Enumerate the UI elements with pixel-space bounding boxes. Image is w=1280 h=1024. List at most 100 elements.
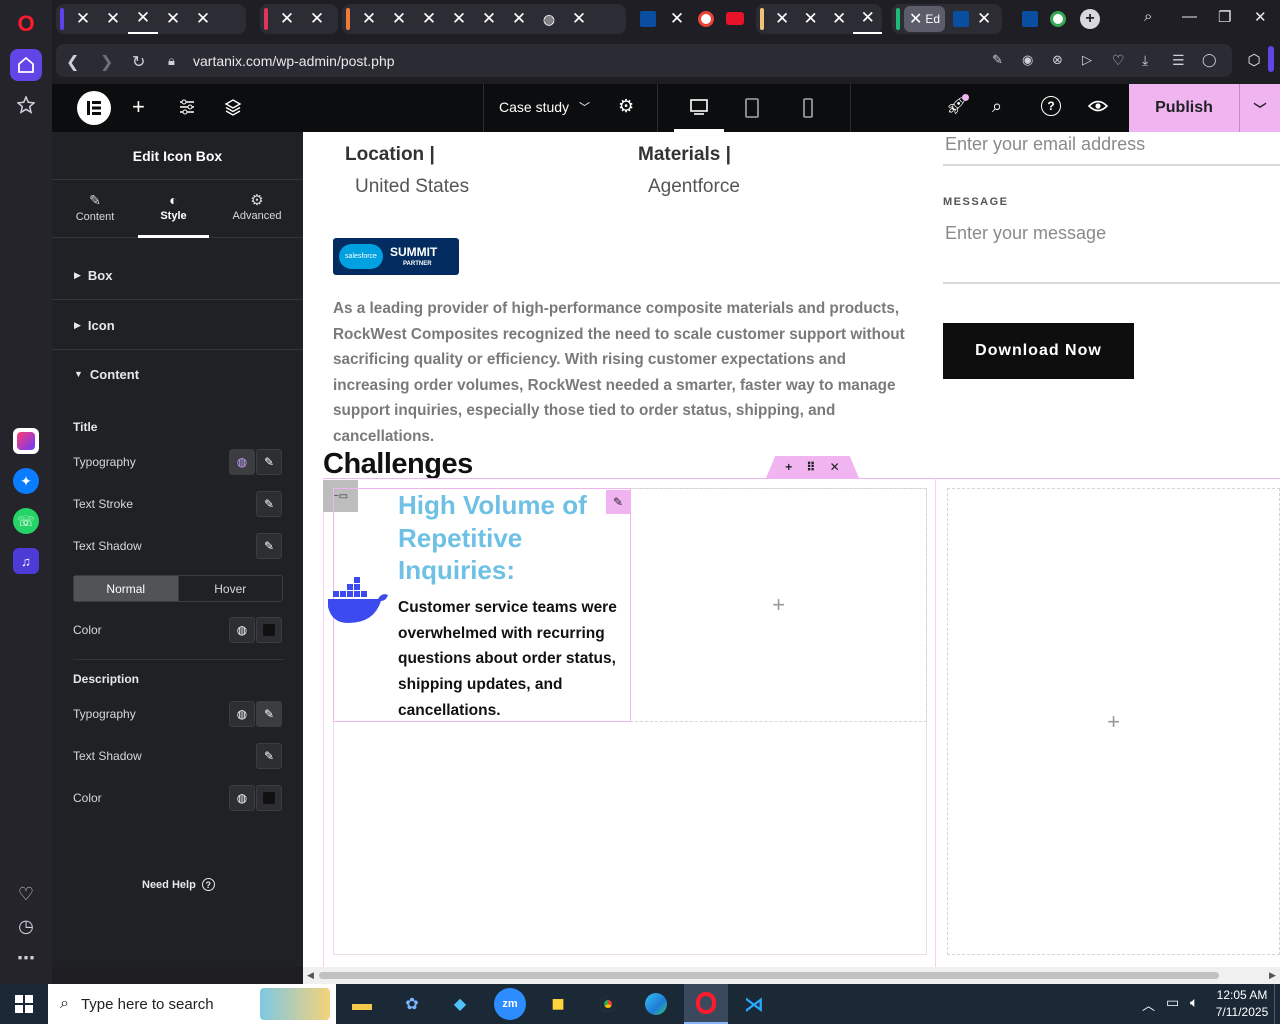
volume-icon[interactable]: 🔈︎ [1190,994,1198,1011]
tab-icon[interactable]: ✕ [354,4,384,34]
close-window-icon[interactable]: ✕ [1254,8,1267,26]
tab-icon[interactable]: ✕ [188,4,218,34]
tab-icon[interactable]: ✕ [272,4,302,34]
pinboards-icon[interactable] [10,89,42,121]
section-box[interactable]: ▶ Box [52,252,303,300]
reload-icon[interactable]: ↻ [132,52,145,72]
tab-icon[interactable]: ✕ [768,4,797,34]
tab-icon[interactable]: ✕ [68,4,98,34]
zoom-icon[interactable]: zm [494,988,526,1020]
scroll-left-icon[interactable]: ◀ [307,970,314,981]
drag-handle-icon[interactable]: ⠿ [806,460,815,474]
structure-icon[interactable] [224,98,242,121]
help-icon[interactable]: ? [1041,96,1061,116]
url-text[interactable]: vartanix.com/wp-admin/post.php [193,53,395,69]
favorite-icon[interactable]: ♡ [1112,52,1125,69]
edit-text-stroke-icon[interactable]: ✎ [256,491,282,517]
edge-icon[interactable] [640,988,672,1020]
publish-button[interactable]: Publish [1129,84,1239,132]
youtube-tab-icon[interactable] [726,12,744,25]
tab-content[interactable]: ✎ Content [64,180,126,238]
network-icon[interactable]: ▭ [1166,994,1179,1011]
tab-icon[interactable]: ✕ [128,4,158,34]
tab-icon[interactable]: ✕ [504,4,534,34]
whatsapp-icon[interactable]: ☏ [13,508,39,534]
outlook-tab-icon[interactable] [640,11,656,27]
email-field[interactable]: Enter your email address [943,132,1280,166]
site-settings-icon[interactable] [178,98,196,121]
section-content[interactable]: ▼ Content [52,350,303,398]
edit-widget-icon[interactable]: ✎ [606,490,630,514]
opera-logo-icon[interactable]: O [10,8,42,40]
opera-taskbar-icon[interactable] [684,984,728,1024]
message-field[interactable]: Enter your message [943,218,1280,284]
tablet-view-icon[interactable] [744,98,760,123]
icon-box-widget[interactable]: High Volume of Repetitive Inquiries: Cus… [328,488,631,722]
need-help-link[interactable]: Need Help ? [142,878,215,891]
page-settings-gear-icon[interactable]: ⚙ [618,96,634,117]
tab-icon[interactable]: ✕ [444,4,474,34]
horizontal-scrollbar[interactable]: ◀ ▶ [303,967,1280,984]
tab-icon[interactable]: ✕ [853,4,882,34]
global-icon[interactable]: ◍ [229,449,255,475]
tab-advanced[interactable]: ⚙ Advanced [222,180,292,238]
sticky-notes-icon[interactable]: ■ [542,988,574,1020]
search-tabs-icon[interactable]: ⌕ [1144,8,1152,25]
add-section-icon[interactable]: + [785,460,792,474]
address-bar[interactable]: ❮ ❯ ↻ 🔒︎ vartanix.com/wp-admin/post.php … [56,44,1232,77]
globe-tab-icon[interactable]: ◍ [534,4,564,34]
tab-icon[interactable]: ✕ [414,4,444,34]
tab-icon[interactable]: ✕ [384,4,414,34]
publish-options-chevron-icon[interactable]: ﹀ [1239,84,1280,132]
desktop-view-icon[interactable] [674,84,724,132]
section-handle[interactable]: + ⠿ ✕ [766,456,859,478]
empty-column-add-icon[interactable]: + [630,488,927,722]
color-swatch[interactable] [256,785,282,811]
camera-icon[interactable]: ◉ [1022,52,1033,68]
show-desktop[interactable] [1274,984,1280,1024]
empty-column-add-icon[interactable]: + [947,488,1280,955]
outlook-tab-icon[interactable] [953,11,970,27]
color-swatch[interactable] [256,617,282,643]
download-now-button[interactable]: Download Now [943,323,1134,379]
extensions-icon[interactable]: ⬡ [1240,46,1268,74]
profile-icon[interactable]: ◯ [1202,52,1217,68]
heart-icon[interactable]: ♡ [10,878,42,910]
template-selector[interactable]: Case study ﹀ [499,99,590,115]
active-tab[interactable]: ✕ Ed [904,6,946,32]
taskbar-search[interactable]: ⌕ Type here to search [48,984,336,1024]
more-icon[interactable]: ⋯ [10,942,42,974]
edit-text-shadow-icon[interactable]: ✎ [256,533,282,559]
add-element-icon[interactable]: + [132,94,145,120]
music-player-icon[interactable]: ♫ [13,548,39,574]
vscode-icon[interactable]: ⋊ [738,988,770,1020]
tab-icon[interactable]: ✕ [796,4,825,34]
scroll-thumb[interactable] [319,972,1219,979]
aria-icon[interactable] [13,428,39,454]
app-icon[interactable]: ◆ [444,988,476,1020]
scroll-right-icon[interactable]: ▶ [1269,970,1276,981]
new-tab-icon[interactable]: + [1080,9,1100,29]
elementor-logo-icon[interactable] [77,91,111,125]
section-icon[interactable]: ▶ Icon [52,302,303,350]
file-explorer-icon[interactable]: ▬ [346,988,378,1020]
flow-icon[interactable]: ▷ [1082,52,1092,68]
global-color-icon[interactable]: ◍ [229,785,255,811]
download-icon[interactable]: ⤓ [1142,52,1148,69]
mobile-view-icon[interactable] [802,98,814,123]
outlook-tab-icon[interactable] [1022,11,1038,27]
clock[interactable]: 12:05 AM 7/11/2025 [1214,987,1270,1021]
state-normal-button[interactable]: Normal [74,576,178,601]
history-icon[interactable]: ◷ [10,910,42,942]
tab-style[interactable]: ◐ Style [138,180,209,238]
messenger-icon[interactable]: ✦ [13,468,39,494]
state-hover-button[interactable]: Hover [177,576,283,601]
tab-icon[interactable]: ✕ [564,4,594,34]
back-icon[interactable]: ❮ [66,52,79,72]
windows-start-icon[interactable] [8,988,40,1020]
tab-icon[interactable]: ✕ [302,4,332,34]
minimize-icon[interactable]: — [1182,8,1197,25]
tray-chevron-icon[interactable]: ︿ [1142,995,1155,1014]
chrome-icon[interactable] [592,988,624,1020]
preview-eye-icon[interactable] [1087,98,1109,119]
